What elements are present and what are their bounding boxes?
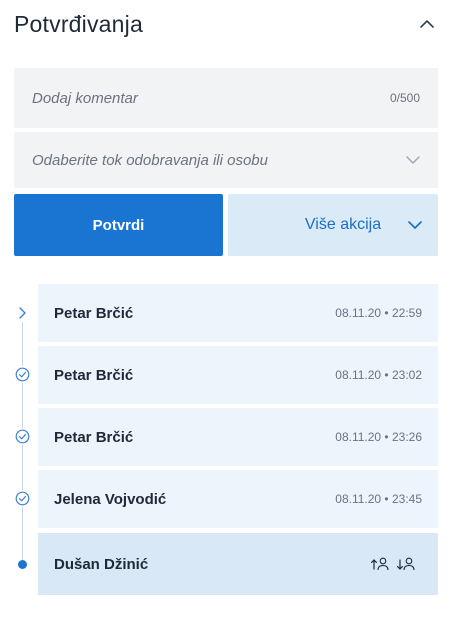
timeline-item[interactable]: Jelena Vojvodić 08.11.20 • 23:45 <box>38 470 438 528</box>
approval-timestamp: 08.11.20 • 22:59 <box>335 306 422 320</box>
move-down-user-icon[interactable] <box>396 556 416 572</box>
check-circle-icon <box>14 428 31 445</box>
approver-name: Petar Brčić <box>54 304 134 322</box>
chevron-right-icon[interactable] <box>14 304 31 321</box>
chevron-down-icon <box>408 221 422 229</box>
comment-box[interactable]: 0/500 <box>14 68 438 128</box>
timeline-item[interactable]: Petar Brčić 08.11.20 • 23:02 <box>38 346 438 404</box>
approval-timestamp: 08.11.20 • 23:02 <box>335 368 422 382</box>
check-circle-icon <box>14 366 31 383</box>
approval-timestamp: 08.11.20 • 23:45 <box>335 492 422 506</box>
more-actions-button[interactable]: Više akcija <box>228 194 438 256</box>
panel-header: Potvrđivanja <box>14 8 438 40</box>
timeline-item[interactable]: Petar Brčić 08.11.20 • 23:26 <box>38 408 438 466</box>
approval-timestamp: 08.11.20 • 23:26 <box>335 430 422 444</box>
approval-flow-select[interactable]: Odaberite tok odobravanja ili osobu <box>14 132 438 188</box>
chevron-up-icon <box>420 20 434 28</box>
current-step-dot-icon <box>18 560 27 569</box>
collapse-button[interactable] <box>416 13 438 35</box>
timeline-item[interactable]: Petar Brčić 08.11.20 • 22:59 <box>38 284 438 342</box>
approver-name: Petar Brčić <box>54 366 134 384</box>
approval-flow-placeholder: Odaberite tok odobravanja ili osobu <box>32 151 268 169</box>
approver-name: Petar Brčić <box>54 428 134 446</box>
row-actions <box>370 556 422 572</box>
approver-name: Dušan Džinić <box>54 555 149 573</box>
timeline-item-current[interactable]: Dušan Džinić <box>38 533 438 595</box>
approver-name: Jelena Vojvodić <box>54 490 167 508</box>
move-up-user-icon[interactable] <box>370 556 390 572</box>
more-actions-label: Više akcija <box>304 216 382 233</box>
approvals-panel: Potvrđivanja 0/500 Odaberite tok odobrav… <box>0 0 462 627</box>
panel-title: Potvrđivanja <box>14 10 143 37</box>
confirm-button-label: Potvrdi <box>92 216 145 234</box>
chevron-down-icon <box>406 156 420 164</box>
comment-char-counter: 0/500 <box>389 91 420 105</box>
check-circle-icon <box>14 490 31 507</box>
comment-input[interactable] <box>32 89 352 107</box>
confirm-button[interactable]: Potvrdi <box>14 194 223 256</box>
